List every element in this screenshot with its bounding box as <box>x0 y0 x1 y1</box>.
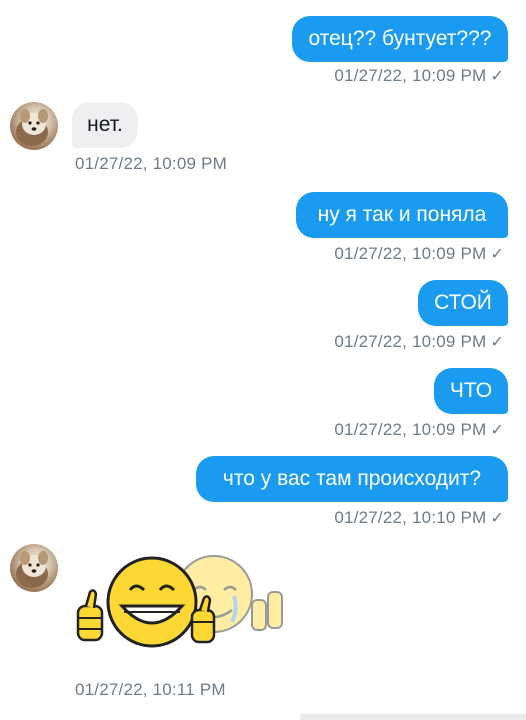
message-timestamp: 01/27/22, 10:09 PM ✓ <box>334 420 504 439</box>
message-timestamp: 01/27/22, 10:09 PM <box>75 154 227 173</box>
message-bubble-outgoing[interactable]: ЧТО <box>434 368 508 414</box>
message-timestamp: 01/27/22, 10:09 PM ✓ <box>334 66 504 85</box>
message-bubble-outgoing[interactable]: ну я так и поняла <box>296 192 508 238</box>
message-timestamp: 01/27/22, 10:10 PM ✓ <box>334 508 504 527</box>
message-timestamp: 01/27/22, 10:09 PM ✓ <box>334 332 504 351</box>
avatar[interactable] <box>10 544 58 592</box>
message-bubble-outgoing[interactable]: СТОЙ <box>418 280 508 326</box>
checkmark-icon: ✓ <box>490 422 504 439</box>
message-timestamp: 01/27/22, 10:09 PM ✓ <box>334 244 504 263</box>
laughing-crying-emoji-sticker[interactable] <box>72 552 284 652</box>
message-timestamp: 01/27/22, 10:11 PM <box>75 680 226 699</box>
message-bubble-outgoing[interactable]: что у вас там происходит? <box>196 456 508 502</box>
checkmark-icon: ✓ <box>490 510 504 527</box>
composer-edge <box>300 714 526 720</box>
checkmark-icon: ✓ <box>490 334 504 351</box>
checkmark-icon: ✓ <box>490 68 504 85</box>
checkmark-icon: ✓ <box>490 246 504 263</box>
avatar[interactable] <box>10 102 58 150</box>
message-bubble-outgoing[interactable]: отец?? бунтует??? <box>292 16 508 62</box>
message-bubble-incoming[interactable]: нет. <box>72 102 138 148</box>
message-thread: отец?? бунтует??? 01/27/22, 10:09 PM ✓ не… <box>0 0 526 720</box>
